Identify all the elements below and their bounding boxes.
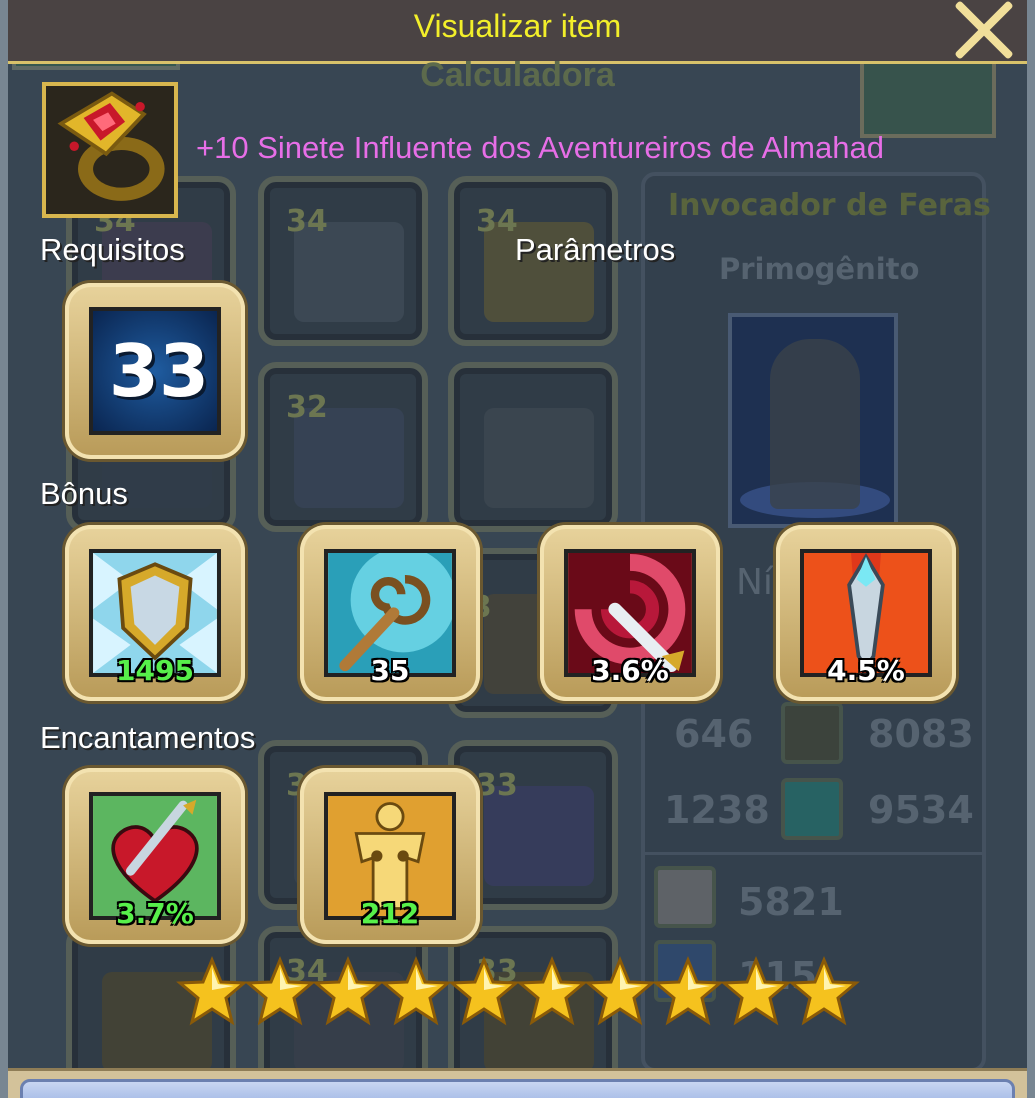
star-icon <box>720 956 792 1028</box>
star-icon <box>244 956 316 1028</box>
close-icon[interactable] <box>952 0 1016 62</box>
star-icon <box>312 956 384 1028</box>
star-icon <box>516 956 588 1028</box>
item-name: +10 Sinete Influente dos Aventureiros de… <box>196 130 884 165</box>
bonus-value: 3.6% <box>591 654 669 687</box>
bonus-value: 1495 <box>116 654 194 687</box>
bonus-value: 4.5% <box>827 654 905 687</box>
parameters-label: Parâmetros <box>515 232 676 267</box>
star-icon <box>652 956 724 1028</box>
bonus-label: Bônus <box>40 476 128 511</box>
enchantment-tile[interactable]: 3.7% <box>65 768 245 944</box>
requirements-label: Requisitos <box>40 232 185 267</box>
enchantments-label: Encantamentos <box>40 720 256 755</box>
requirement-level-tile: 33 <box>65 283 245 459</box>
star-icon <box>584 956 656 1028</box>
bonus-tile[interactable]: 4.5% <box>776 525 956 701</box>
bonus-tile[interactable]: 3.6% <box>540 525 720 701</box>
bottom-button[interactable] <box>20 1079 1015 1098</box>
bonus-tile[interactable]: 35 <box>300 525 480 701</box>
enchantment-tile[interactable]: 212 <box>300 768 480 944</box>
star-icon <box>380 956 452 1028</box>
bottom-bar <box>8 1068 1027 1098</box>
ruby-ring-icon <box>42 82 178 218</box>
enchantment-value: 3.7% <box>116 897 194 930</box>
dialog-title: Visualizar item <box>413 8 622 44</box>
bonus-tile[interactable]: 1495 <box>65 525 245 701</box>
star-icon <box>788 956 860 1028</box>
star-icon <box>176 956 248 1028</box>
bonus-value: 35 <box>370 654 410 687</box>
required-level: 33 <box>108 329 210 413</box>
star-icon <box>448 956 520 1028</box>
enchantment-value: 212 <box>360 897 420 930</box>
